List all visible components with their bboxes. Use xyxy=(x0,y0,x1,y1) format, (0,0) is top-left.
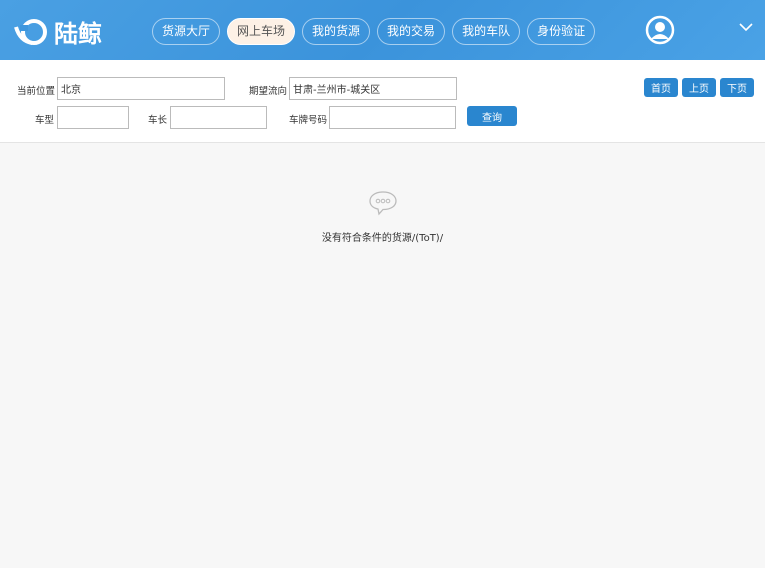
location-input[interactable] xyxy=(57,77,225,100)
location-label: 当前位置 xyxy=(17,86,56,97)
main-nav: 货源大厅 网上车场 我的货源 我的交易 我的车队 身份验证 xyxy=(152,18,596,45)
nav-identity-verify[interactable]: 身份验证 xyxy=(527,18,596,45)
nav-cargo-hall[interactable]: 货源大厅 xyxy=(152,18,221,45)
header: 陆鲸 货源大厅 网上车场 我的货源 我的交易 我的车队 身份验证 xyxy=(0,0,765,60)
nav-my-fleet[interactable]: 我的车队 xyxy=(452,18,521,45)
first-page-button[interactable]: 首页 xyxy=(644,78,678,97)
truck-length-input[interactable] xyxy=(170,106,267,129)
nav-my-trades[interactable]: 我的交易 xyxy=(377,18,446,45)
truck-type-input[interactable] xyxy=(57,106,129,129)
search-form: 当前位置 期望流向 车型 车长 车牌号码 查询 首页 上页 下页 xyxy=(0,60,765,143)
brand-name: 陆鲸 xyxy=(54,20,102,48)
user-avatar-icon[interactable] xyxy=(645,15,675,45)
empty-state: 没有符合条件的货源/(ToT)/ xyxy=(0,190,765,244)
plate-label: 车牌号码 xyxy=(289,115,328,126)
direction-input[interactable] xyxy=(289,77,457,100)
nav-my-cargo[interactable]: 我的货源 xyxy=(302,18,371,45)
truck-length-label: 车长 xyxy=(148,115,168,126)
logo[interactable]: 陆鲸 xyxy=(14,14,102,49)
direction-label: 期望流向 xyxy=(249,86,288,97)
chevron-down-icon[interactable] xyxy=(739,22,753,32)
plate-input[interactable] xyxy=(329,106,456,129)
next-page-button[interactable]: 下页 xyxy=(720,78,754,97)
search-button[interactable]: 查询 xyxy=(467,106,517,126)
whale-logo-icon xyxy=(14,18,47,45)
empty-message: 没有符合条件的货源/(ToT)/ xyxy=(321,233,444,244)
prev-page-button[interactable]: 上页 xyxy=(682,78,716,97)
nav-online-truck-yard[interactable]: 网上车场 xyxy=(227,18,296,45)
truck-type-label: 车型 xyxy=(35,115,55,126)
chat-bubble-icon xyxy=(368,191,397,216)
